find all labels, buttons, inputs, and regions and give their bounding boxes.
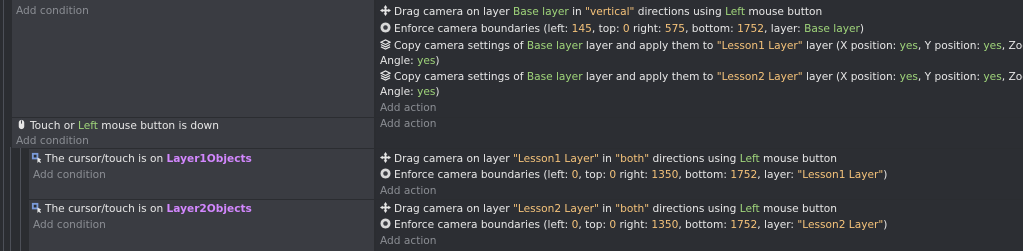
action-drag-camera[interactable]: Drag camera on layer Base layer in "vert…	[380, 4, 822, 20]
event3-conditions-panel: The cursor/touch is on Layer1Objects Add…	[29, 149, 374, 199]
condition-cursor-on-object[interactable]: The cursor/touch is on Layer1Objects	[31, 151, 252, 167]
add-condition-link[interactable]: Add condition	[16, 3, 89, 19]
event3-actions-panel: Drag camera on layer "Lesson1 Layer" in …	[376, 149, 1023, 199]
condition-mouse-button-down[interactable]: Touch or Left mouse button is down	[16, 118, 219, 134]
tree-rail-inner-2	[20, 147, 21, 251]
event2-actions-panel: Add action	[376, 118, 1023, 148]
add-condition-link[interactable]: Add condition	[33, 217, 106, 233]
action-drag-camera[interactable]: Drag camera on layer "Lesson2 Layer" in …	[380, 201, 837, 217]
drag-camera-icon	[380, 5, 391, 16]
event4-actions-panel: Drag camera on layer "Lesson2 Layer" in …	[376, 200, 1023, 251]
action-enforce-bounds[interactable]: Enforce camera boundaries (left: 0, top:…	[380, 167, 887, 183]
add-action-link[interactable]: Add action	[380, 116, 437, 132]
add-condition-link[interactable]: Add condition	[33, 167, 106, 183]
drag-camera-icon	[380, 152, 391, 163]
drag-camera-icon	[380, 202, 391, 213]
layers-icon	[380, 70, 391, 81]
action-enforce-bounds[interactable]: Enforce camera boundaries (left: 145, to…	[380, 21, 864, 37]
add-action-link[interactable]: Add action	[380, 233, 437, 249]
cursor-on-object-icon	[31, 202, 42, 213]
tree-rail-outer	[3, 0, 4, 251]
action-enforce-bounds[interactable]: Enforce camera boundaries (left: 0, top:…	[380, 217, 887, 233]
event1-actions-panel: Drag camera on layer Base layer in "vert…	[376, 0, 1023, 117]
camera-bounds-icon	[380, 22, 391, 33]
add-action-link[interactable]: Add action	[380, 100, 437, 116]
event2-conditions-panel: Touch or Left mouse button is down Add c…	[12, 118, 374, 148]
tree-rail-inner	[10, 147, 11, 251]
mouse-icon	[18, 119, 25, 130]
layers-icon	[380, 39, 391, 50]
cursor-on-object-icon	[31, 152, 42, 163]
add-condition-link[interactable]: Add condition	[16, 133, 89, 149]
action-copy-camera-settings-cont: Angle: yes)	[380, 86, 440, 98]
action-drag-camera[interactable]: Drag camera on layer "Lesson1 Layer" in …	[380, 151, 837, 167]
action-copy-camera-settings[interactable]: Copy camera settings of Base layer layer…	[380, 69, 1023, 85]
event1-conditions-panel: Add condition	[12, 0, 374, 117]
add-action-link[interactable]: Add action	[380, 183, 437, 199]
action-copy-camera-settings[interactable]: Copy camera settings of Base layer layer…	[380, 38, 1023, 54]
condition-cursor-on-object[interactable]: The cursor/touch is on Layer2Objects	[31, 201, 252, 217]
event4-conditions-panel: The cursor/touch is on Layer2Objects Add…	[29, 200, 374, 251]
action-copy-camera-settings-cont: Angle: yes)	[380, 55, 440, 67]
camera-bounds-icon	[380, 168, 391, 179]
camera-bounds-icon	[380, 218, 391, 229]
